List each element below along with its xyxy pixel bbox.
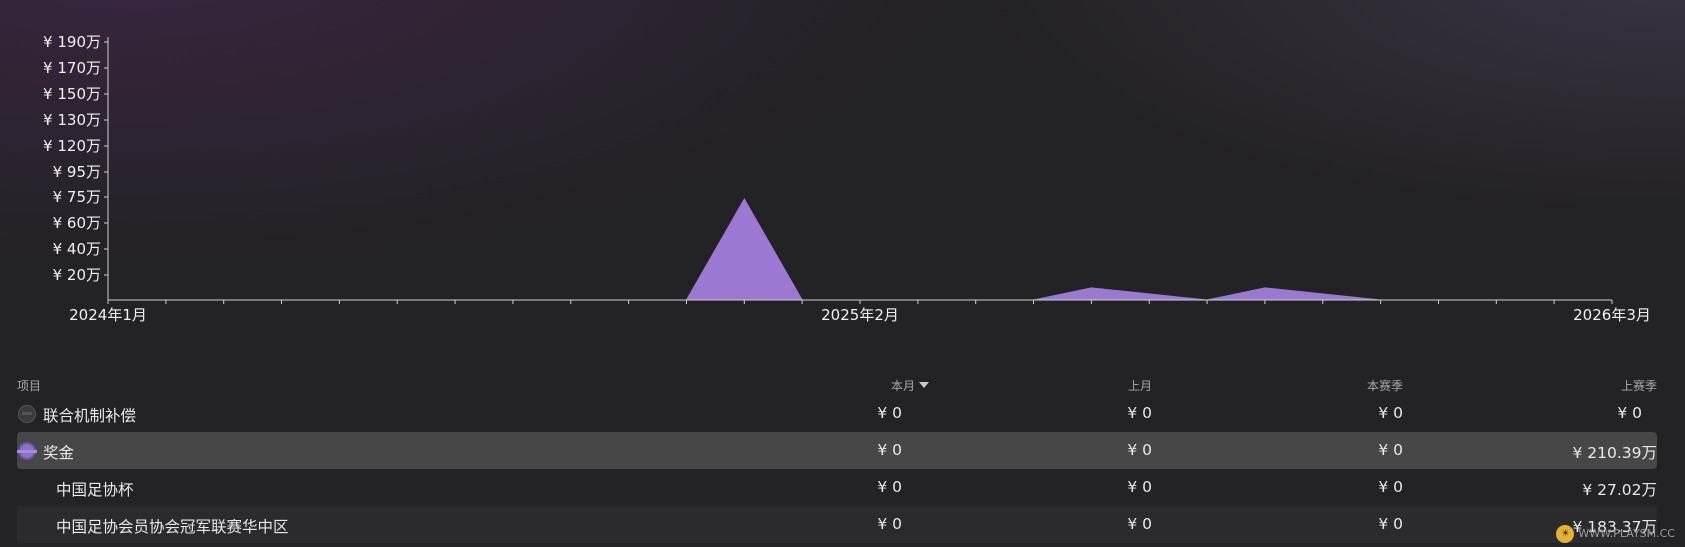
prize-money-icon <box>17 442 37 460</box>
y-tick-label: ¥ 40万 <box>53 240 101 258</box>
sun-logo-icon: ☀ <box>1556 525 1575 543</box>
y-tick-label: ¥ 120万 <box>43 137 101 155</box>
table-row[interactable]: 联合机制补偿 ¥ 0 ¥ 0 ¥ 0 ¥ 0 <box>17 395 1657 432</box>
x-tick-label: 2026年3月 <box>1573 306 1651 324</box>
cell-last-month: ¥ 0 <box>1127 441 1152 459</box>
header-item[interactable]: 项目 <box>17 377 41 394</box>
cell-this-season: ¥ 0 <box>1378 441 1403 459</box>
row-label: 中国足协会员协会冠军联赛华中区 <box>56 518 289 536</box>
cell-last-month: ¥ 0 <box>1127 515 1152 533</box>
header-this-month[interactable]: 本月 <box>891 377 929 394</box>
cell-last-season: ¥ 0 <box>1617 404 1642 422</box>
row-label: 奖金 <box>43 444 75 462</box>
finance-table: 项目 本月 上月 本赛季 上赛季 联合机制补偿 ¥ 0 ¥ 0 ¥ 0 ¥ 0 … <box>17 375 1657 543</box>
y-tick-label: ¥ 95万 <box>53 163 101 181</box>
row-label: 联合机制补偿 <box>43 407 137 425</box>
watermark: ☀ WWW.PLAYSM.CC <box>1556 525 1675 543</box>
y-tick-label: ¥ 190万 <box>43 33 101 51</box>
header-this-season[interactable]: 本赛季 <box>1367 377 1403 394</box>
cell-last-season: ¥ 210.39万 <box>1572 444 1657 462</box>
cell-this-month: ¥ 0 <box>877 478 902 496</box>
header-last-season[interactable]: 上赛季 <box>1621 377 1657 394</box>
table-row[interactable]: 中国足协会员协会冠军联赛华中区 ¥ 0 ¥ 0 ¥ 0 ¥ 183.37万 <box>17 506 1657 543</box>
series-area <box>685 197 1381 301</box>
y-tick-label: ¥ 170万 <box>43 59 101 77</box>
table-row[interactable]: 中国足协杯 ¥ 0 ¥ 0 ¥ 0 ¥ 27.02万 <box>17 469 1657 506</box>
cell-this-season: ¥ 0 <box>1378 404 1403 422</box>
cell-last-month: ¥ 0 <box>1127 404 1152 422</box>
y-tick-label: ¥ 60万 <box>53 214 101 232</box>
y-tick-label: ¥ 130万 <box>43 111 101 129</box>
cell-this-season: ¥ 0 <box>1378 515 1403 533</box>
x-tick-label: 2024年1月 <box>69 306 147 324</box>
table-row[interactable]: 奖金 ¥ 0 ¥ 0 ¥ 0 ¥ 210.39万 <box>17 432 1657 469</box>
cell-this-month: ¥ 0 <box>877 515 902 533</box>
header-last-month[interactable]: 上月 <box>1128 377 1152 394</box>
sort-desc-icon <box>919 382 929 388</box>
x-tick-label: 2025年2月 <box>821 306 899 324</box>
cell-this-season: ¥ 0 <box>1378 478 1403 496</box>
table-header: 项目 本月 上月 本赛季 上赛季 <box>17 375 1657 395</box>
cell-this-month: ¥ 0 <box>877 404 902 422</box>
y-tick-label: ¥ 75万 <box>53 188 101 206</box>
cell-this-month: ¥ 0 <box>877 441 902 459</box>
finance-area-chart: ¥ 20万 ¥ 40万 ¥ 60万 ¥ 75万 ¥ 95万 ¥ 120万 ¥ 130万 ¥ 1… <box>43 33 1651 324</box>
solidarity-icon <box>18 405 36 423</box>
row-label: 中国足协杯 <box>56 481 134 499</box>
cell-last-season: ¥ 27.02万 <box>1582 481 1657 499</box>
y-tick-label: ¥ 150万 <box>43 85 101 103</box>
cell-last-month: ¥ 0 <box>1127 478 1152 496</box>
y-tick-label: ¥ 20万 <box>53 266 101 284</box>
